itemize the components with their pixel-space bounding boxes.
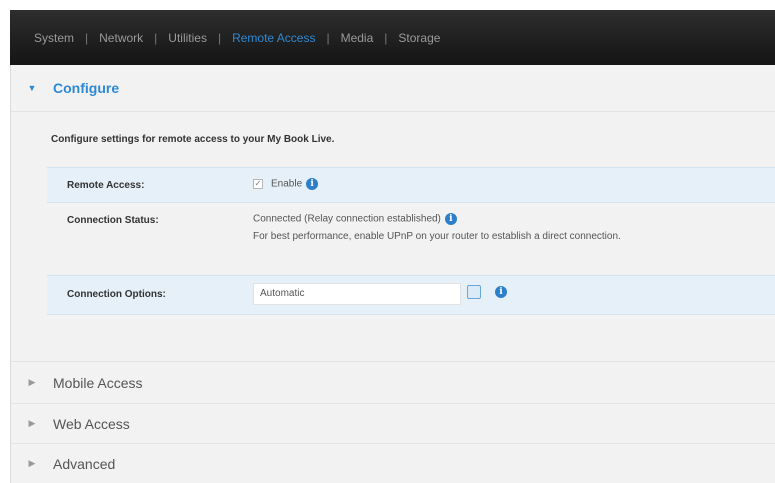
section-title-web-access: Web Access bbox=[53, 415, 130, 432]
section-title-mobile-access: Mobile Access bbox=[53, 374, 143, 391]
connection-status-note: For best performance, enable UPnP on you… bbox=[253, 231, 621, 242]
remote-access-label: Remote Access: bbox=[67, 180, 145, 191]
section-title-configure: Configure bbox=[53, 80, 120, 96]
mobile-access-section-header[interactable]: ▶ Mobile Access bbox=[11, 361, 775, 403]
remote-access-checkbox[interactable]: ✓ bbox=[253, 179, 263, 189]
connection-status-row: Connection Status: Connected (Relay conn… bbox=[47, 207, 775, 267]
top-nav: System | Network | Utilities | Remote Ac… bbox=[10, 10, 775, 65]
configure-section-header[interactable]: ▼ Configure bbox=[11, 65, 775, 111]
connection-options-select[interactable]: Automatic bbox=[253, 283, 461, 305]
info-icon[interactable]: i bbox=[306, 178, 319, 190]
tab-network[interactable]: Network bbox=[97, 31, 145, 45]
nav-separator: | bbox=[85, 30, 89, 45]
configure-description: Configure settings for remote access to … bbox=[51, 134, 335, 145]
connection-status-label: Connection Status: bbox=[67, 215, 159, 226]
chevron-right-icon: ▶ bbox=[28, 377, 36, 387]
tab-remote-access[interactable]: Remote Access bbox=[230, 31, 317, 45]
dropdown-toggle-icon[interactable] bbox=[467, 285, 481, 299]
configure-body: Configure settings for remote access to … bbox=[11, 111, 775, 361]
nav-separator: | bbox=[326, 30, 330, 45]
connection-options-label: Connection Options: bbox=[67, 289, 166, 300]
advanced-section-header[interactable]: ▶ Advanced bbox=[11, 443, 775, 483]
chevron-right-icon: ▶ bbox=[28, 418, 36, 428]
connection-status-text: Connected (Relay connection established) bbox=[253, 213, 441, 225]
nav-separator: | bbox=[217, 30, 222, 45]
section-title-advanced: Advanced bbox=[53, 455, 116, 472]
chevron-down-icon: ▼ bbox=[27, 83, 37, 93]
remote-access-row: Remote Access: ✓ Enable i bbox=[47, 167, 775, 203]
nav-separator: | bbox=[154, 30, 158, 45]
web-access-section-header[interactable]: ▶ Web Access bbox=[11, 403, 775, 443]
chevron-right-icon: ▶ bbox=[28, 458, 36, 468]
tab-storage[interactable]: Storage bbox=[396, 31, 442, 45]
tab-media[interactable]: Media bbox=[339, 31, 376, 45]
connection-status-value: Connected (Relay connection established)… bbox=[253, 213, 673, 243]
info-icon[interactable]: i bbox=[444, 213, 457, 225]
connection-options-row: Connection Options: Automatic i bbox=[47, 275, 775, 315]
enable-label: Enable bbox=[271, 178, 303, 190]
tab-system[interactable]: System bbox=[32, 31, 76, 45]
tab-utilities[interactable]: Utilities bbox=[166, 31, 209, 45]
info-icon[interactable]: i bbox=[495, 286, 507, 298]
main-panel: ▼ Configure Configure settings for remot… bbox=[10, 65, 775, 483]
nav-separator: | bbox=[384, 30, 388, 45]
remote-access-control: ✓ Enable i bbox=[253, 178, 319, 190]
